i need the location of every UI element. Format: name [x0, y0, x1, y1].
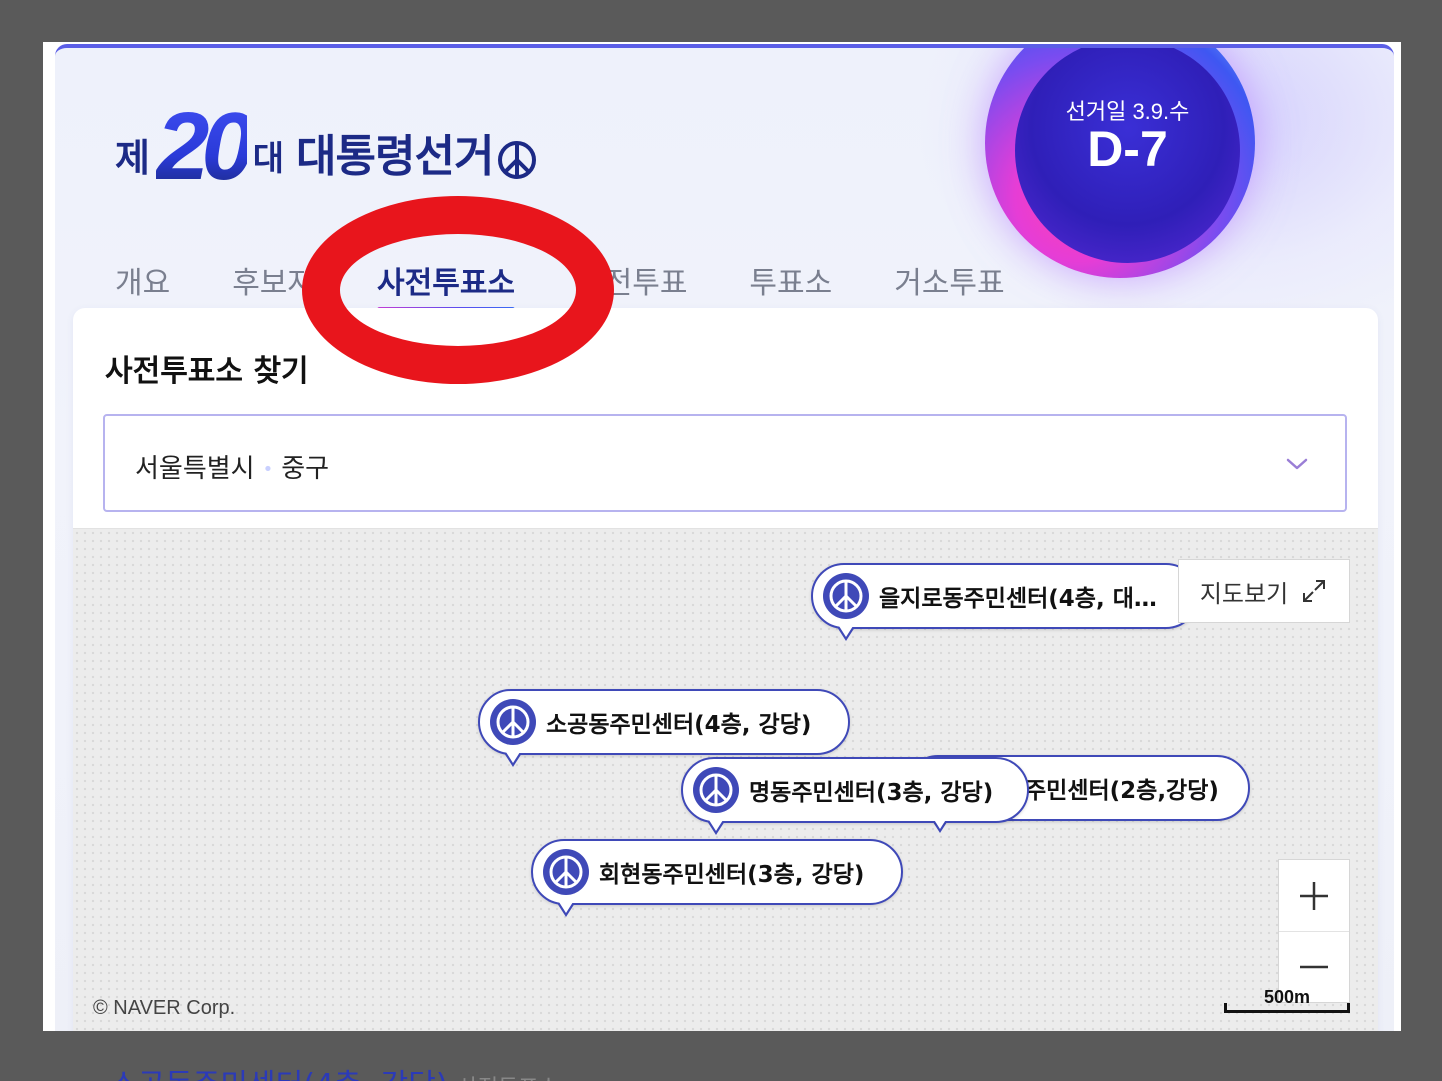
dday-counter: D-7	[1087, 121, 1168, 177]
page: 선거일 3.9.수 D-7 제 20 대 대통령선거 개요 후보자 사전투표소 …	[43, 42, 1401, 1031]
marker-label: 을지로동주민센터(4층, 대…	[879, 586, 1157, 612]
tab-absentee-voting[interactable]: 거소투표	[894, 258, 1004, 312]
vote-stamp-icon	[823, 573, 869, 619]
vote-stamp-icon	[490, 699, 536, 745]
map-marker-euljiro[interactable]: 을지로동주민센터(4층, 대…	[811, 563, 1199, 641]
marker-label: 회현동주민센터(3층, 강당)	[599, 862, 865, 888]
map-marker-sogong[interactable]: 소공동주민센터(4층, 강당)	[478, 689, 850, 767]
title-suffix: 대	[252, 139, 285, 179]
vote-stamp-icon	[543, 849, 589, 895]
election-header: 선거일 3.9.수 D-7 제 20 대 대통령선거 개요 후보자 사전투표소 …	[55, 44, 1394, 1031]
region-select-value: 서울특별시 • 중구	[135, 448, 329, 485]
title-main: 대통령선거	[296, 131, 494, 182]
expand-icon	[1303, 580, 1326, 602]
marker-label: 주민센터(2층,강당)	[1025, 778, 1219, 804]
result-list-item-peek[interactable]: 소공동주민센터(4층, 강당) 사전투표소	[110, 1060, 559, 1081]
result-place-name: 소공동주민센터(4층, 강당)	[110, 1068, 448, 1081]
vote-stamp-icon	[693, 767, 739, 813]
result-place-type: 사전투표소	[458, 1076, 559, 1081]
map-view[interactable]: 을지로동주민센터(4층, 대… 지도보기 소공동주민센터(4층, 강당) 주민센…	[73, 528, 1378, 1031]
map-copyright: © NAVER Corp.	[93, 997, 236, 1019]
vote-stamp-icon	[498, 141, 537, 179]
title-prefix: 제	[115, 136, 150, 180]
region-city: 서울특별시	[135, 454, 255, 484]
red-annotation-circle	[302, 196, 614, 384]
title-number: 20	[155, 93, 255, 200]
map-view-button[interactable]: 지도보기	[1178, 559, 1350, 623]
map-marker-myeongdong[interactable]: 명동주민센터(3층, 강당)	[681, 757, 1029, 835]
finder-card: 사전투표소 찾기 서울특별시 • 중구 을지로동주민센터(4층, 대… 지도보기…	[73, 308, 1378, 1031]
region-separator: •	[262, 459, 274, 480]
tab-overview[interactable]: 개요	[115, 258, 170, 312]
map-view-label: 지도보기	[1199, 579, 1289, 608]
chevron-down-icon	[1286, 458, 1308, 470]
marker-label: 소공동주민센터(4층, 강당)	[546, 712, 812, 738]
minus-icon	[1300, 965, 1328, 969]
zoom-in-button[interactable]	[1279, 860, 1349, 931]
tab-polling-place[interactable]: 투표소	[749, 258, 832, 312]
region-district: 중구	[281, 454, 330, 484]
zoom-control	[1278, 859, 1350, 1003]
map-scale: 500m	[1224, 987, 1350, 1013]
marker-label: 명동주민센터(3층, 강당)	[749, 780, 994, 806]
map-scale-bar	[1224, 1003, 1350, 1013]
plus-icon	[1300, 881, 1328, 910]
page-title: 제 20 대 대통령선거	[115, 93, 537, 200]
region-select[interactable]: 서울특별시 • 중구	[103, 414, 1347, 512]
finder-title: 사전투표소 찾기	[105, 354, 309, 389]
map-marker-hoehyeon[interactable]: 회현동주민센터(3층, 강당)	[531, 839, 903, 917]
